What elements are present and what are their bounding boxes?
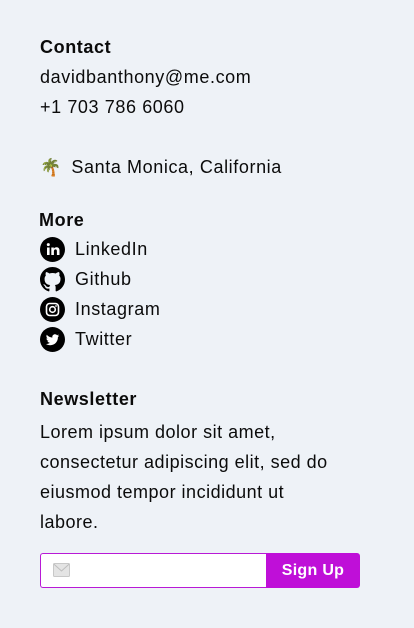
more-heading: More [39,210,85,230]
linkedin-link[interactable]: LinkedIn [40,236,148,262]
contact-email-link[interactable]: davidbanthony@me.com [40,66,251,88]
instagram-label: Instagram [75,298,161,319]
twitter-icon [40,326,65,352]
newsletter-form: Sign Up [40,553,360,588]
palm-tree-icon: 🌴 [40,158,62,177]
github-label: Github [75,268,132,289]
contact-heading: Contact [40,37,112,57]
linkedin-label: LinkedIn [75,238,148,259]
signup-button[interactable]: Sign Up [266,553,360,588]
contact-location: 🌴 Santa Monica, California [40,156,282,179]
newsletter-description: Lorem ipsum dolor sit amet, consectetur … [40,422,328,532]
github-icon [40,266,65,292]
mail-icon [53,563,70,577]
contact-location-text: Santa Monica, California [71,157,282,177]
email-field[interactable] [40,553,266,588]
twitter-label: Twitter [75,328,133,349]
github-link[interactable]: Github [40,266,132,292]
contact-phone-link[interactable]: +1 703 786 6060 [40,96,185,118]
instagram-icon [40,296,65,322]
newsletter-heading: Newsletter [40,389,138,409]
instagram-link[interactable]: Instagram [40,296,160,322]
email-input[interactable] [77,554,257,587]
twitter-link[interactable]: Twitter [40,326,132,352]
linkedin-icon [40,236,65,262]
